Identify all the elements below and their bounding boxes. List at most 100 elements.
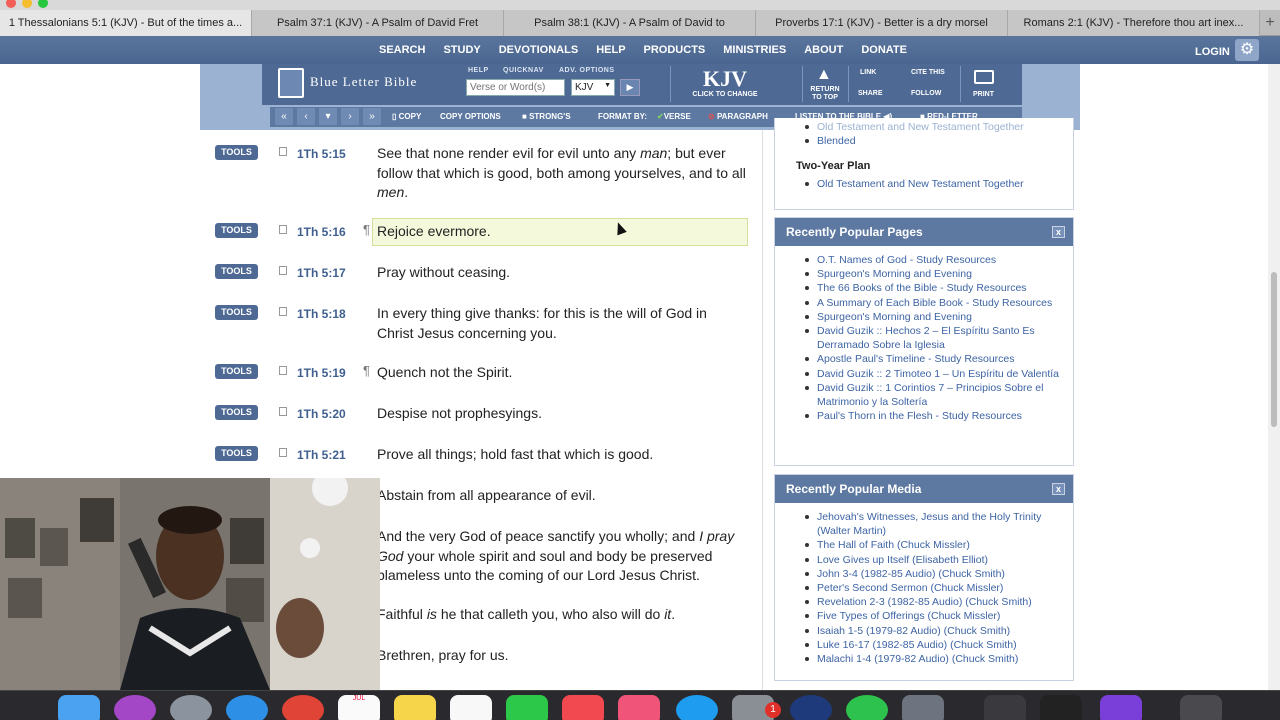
minimize-window-button[interactable] bbox=[22, 0, 32, 8]
news-icon[interactable] bbox=[562, 695, 604, 720]
popular-page-link[interactable]: David Guzik :: 2 Timoteo 1 – Un Espíritu… bbox=[805, 367, 1063, 381]
popular-page-link[interactable]: Spurgeon's Morning and Evening bbox=[805, 310, 1063, 324]
settings-gear-icon[interactable]: ⚙ bbox=[1235, 39, 1259, 61]
help-label[interactable]: HELP bbox=[468, 67, 489, 74]
plan-link[interactable]: Old Testament and New Testament Together bbox=[805, 177, 1063, 191]
nav-ministries[interactable]: MINISTRIES bbox=[714, 36, 795, 64]
browser-tab[interactable]: Psalm 37:1 (KJV) - A Psalm of David Fret bbox=[252, 10, 504, 36]
nav-help[interactable]: HELP bbox=[587, 36, 634, 64]
copy-icon[interactable] bbox=[279, 448, 287, 457]
siri-icon[interactable] bbox=[114, 695, 156, 720]
browser-tab[interactable]: Romans 2:1 (KJV) - Therefore thou art in… bbox=[1008, 10, 1260, 36]
copy-button[interactable]: ▯ COPY bbox=[392, 107, 421, 127]
chrome-icon[interactable] bbox=[282, 695, 324, 720]
tools-button[interactable]: TOOLS bbox=[215, 446, 258, 461]
copy-options-button[interactable]: COPY OPTIONS bbox=[440, 107, 501, 127]
grapher-icon[interactable] bbox=[984, 695, 1026, 720]
return-top-icon[interactable]: ▲ bbox=[816, 66, 832, 84]
plan-link[interactable]: Old Testament and New Testament Together bbox=[805, 120, 1063, 134]
music-icon[interactable] bbox=[618, 695, 660, 720]
prev-chapter-icon[interactable]: ‹ bbox=[297, 108, 315, 125]
popular-page-link[interactable]: A Summary of Each Bible Book - Study Res… bbox=[805, 296, 1063, 310]
popular-page-link[interactable]: Spurgeon's Morning and Evening bbox=[805, 267, 1063, 281]
down-chapter-icon[interactable]: ▾ bbox=[319, 108, 337, 125]
popular-media-link[interactable]: Luke 16-17 (1982-85 Audio) (Chuck Smith) bbox=[805, 638, 1063, 652]
tools-button[interactable]: TOOLS bbox=[215, 305, 258, 320]
tools-button[interactable]: TOOLS bbox=[215, 145, 258, 160]
popular-media-link[interactable]: Malachi 1-4 (1979-82 Audio) (Chuck Smith… bbox=[805, 652, 1063, 666]
popular-media-link[interactable]: Jehovah's Witnesses, Jesus and the Holy … bbox=[805, 510, 1063, 538]
format-paragraph-option[interactable]: ⊘ PARAGRAPH bbox=[708, 107, 768, 127]
preview-icon[interactable] bbox=[902, 695, 944, 720]
launchpad-icon[interactable] bbox=[170, 695, 212, 720]
popular-media-link[interactable]: The Hall of Faith (Chuck Missler) bbox=[805, 538, 1063, 552]
popular-media-link[interactable]: Isaiah 1-5 (1979-82 Audio) (Chuck Smith) bbox=[805, 624, 1063, 638]
logic-icon[interactable] bbox=[1040, 695, 1082, 720]
finder-icon[interactable] bbox=[58, 695, 100, 720]
popular-page-link[interactable]: O.T. Names of God - Study Resources bbox=[805, 253, 1063, 267]
popular-page-link[interactable]: David Guzik :: Hechos 2 – El Espíritu Sa… bbox=[805, 324, 1063, 352]
close-icon[interactable]: x bbox=[1052, 483, 1065, 495]
nav-donate[interactable]: DONATE bbox=[852, 36, 916, 64]
verse-ref[interactable]: 1Th 5:18 bbox=[297, 307, 346, 321]
popular-page-link[interactable]: David Guzik :: 1 Corintios 7 – Principio… bbox=[805, 381, 1063, 409]
close-icon[interactable]: x bbox=[1052, 226, 1065, 238]
copy-icon[interactable] bbox=[279, 225, 287, 234]
close-window-button[interactable] bbox=[6, 0, 16, 8]
print-label[interactable]: PRINT bbox=[973, 91, 994, 98]
nav-devotionals[interactable]: DEVOTIONALS bbox=[490, 36, 587, 64]
login-link[interactable]: LOGIN bbox=[1195, 36, 1230, 68]
popular-page-link[interactable]: The 66 Books of the Bible - Study Resour… bbox=[805, 281, 1063, 295]
maximize-window-button[interactable] bbox=[38, 0, 48, 8]
copy-icon[interactable] bbox=[279, 366, 287, 375]
verse-ref[interactable]: 1Th 5:20 bbox=[297, 407, 346, 421]
verse-ref[interactable]: 1Th 5:21 bbox=[297, 448, 346, 462]
strongs-toggle[interactable]: ■ STRONG'S bbox=[522, 107, 571, 127]
version-select[interactable]: KJV ▼ bbox=[571, 79, 615, 96]
browser-tab[interactable]: Psalm 38:1 (KJV) - A Psalm of David to bbox=[504, 10, 756, 36]
tools-button[interactable]: TOOLS bbox=[215, 223, 258, 238]
new-tab-button[interactable]: + bbox=[1260, 10, 1280, 35]
popular-media-link[interactable]: Revelation 2-3 (1982-85 Audio) (Chuck Sm… bbox=[805, 595, 1063, 609]
follow-button[interactable]: FOLLOW bbox=[911, 90, 941, 97]
plan-link[interactable]: Blended bbox=[805, 134, 1063, 148]
copy-icon[interactable] bbox=[279, 307, 287, 316]
verse-search-input[interactable] bbox=[466, 79, 565, 96]
version-change-label[interactable]: CLICK TO CHANGE bbox=[680, 91, 770, 98]
verse-ref[interactable]: 1Th 5:19 bbox=[297, 366, 346, 380]
app-store-icon[interactable] bbox=[676, 695, 718, 720]
imovie-star-icon[interactable] bbox=[1100, 695, 1142, 720]
popular-media-link[interactable]: Peter's Second Sermon (Chuck Missler) bbox=[805, 581, 1063, 595]
nav-products[interactable]: PRODUCTS bbox=[635, 36, 715, 64]
tools-button[interactable]: TOOLS bbox=[215, 264, 258, 279]
copy-icon[interactable] bbox=[279, 147, 287, 156]
format-verse-option[interactable]: ✔VERSE bbox=[657, 107, 691, 127]
popular-media-link[interactable]: Five Types of Offerings (Chuck Missler) bbox=[805, 609, 1063, 623]
scrollbar-thumb[interactable] bbox=[1271, 272, 1277, 427]
safari-icon[interactable] bbox=[226, 695, 268, 720]
facetime-icon[interactable] bbox=[506, 695, 548, 720]
browser-tab[interactable]: Proverbs 17:1 (KJV) - Better is a dry mo… bbox=[756, 10, 1008, 36]
notes-icon[interactable] bbox=[394, 695, 436, 720]
zoom-icon[interactable] bbox=[790, 695, 832, 720]
nav-about[interactable]: ABOUT bbox=[795, 36, 852, 64]
popular-page-link[interactable]: Paul's Thorn in the Flesh - Study Resour… bbox=[805, 409, 1063, 423]
version-name[interactable]: KJV bbox=[690, 66, 760, 92]
link-button[interactable]: LINK bbox=[860, 69, 876, 76]
last-chapter-icon[interactable]: » bbox=[363, 108, 381, 125]
verse-ref[interactable]: 1Th 5:15 bbox=[297, 147, 346, 161]
adv-options-label[interactable]: ADV. OPTIONS bbox=[559, 67, 615, 74]
go-arrow-button[interactable]: ▶ bbox=[620, 79, 640, 96]
trash-icon[interactable] bbox=[1180, 695, 1222, 720]
calendar-icon[interactable]: JUL bbox=[338, 695, 380, 720]
popular-page-link[interactable]: Apostle Paul's Timeline - Study Resource… bbox=[805, 352, 1063, 366]
next-chapter-icon[interactable]: › bbox=[341, 108, 359, 125]
share-button[interactable]: SHARE bbox=[858, 90, 883, 97]
first-chapter-icon[interactable]: « bbox=[275, 108, 293, 125]
nav-search[interactable]: SEARCH bbox=[370, 36, 434, 64]
printer-icon[interactable] bbox=[974, 70, 994, 84]
whatsapp-icon[interactable] bbox=[846, 695, 888, 720]
copy-icon[interactable] bbox=[279, 266, 287, 275]
cite-this-button[interactable]: CITE THIS bbox=[911, 69, 945, 76]
popular-media-link[interactable]: John 3-4 (1982-85 Audio) (Chuck Smith) bbox=[805, 567, 1063, 581]
